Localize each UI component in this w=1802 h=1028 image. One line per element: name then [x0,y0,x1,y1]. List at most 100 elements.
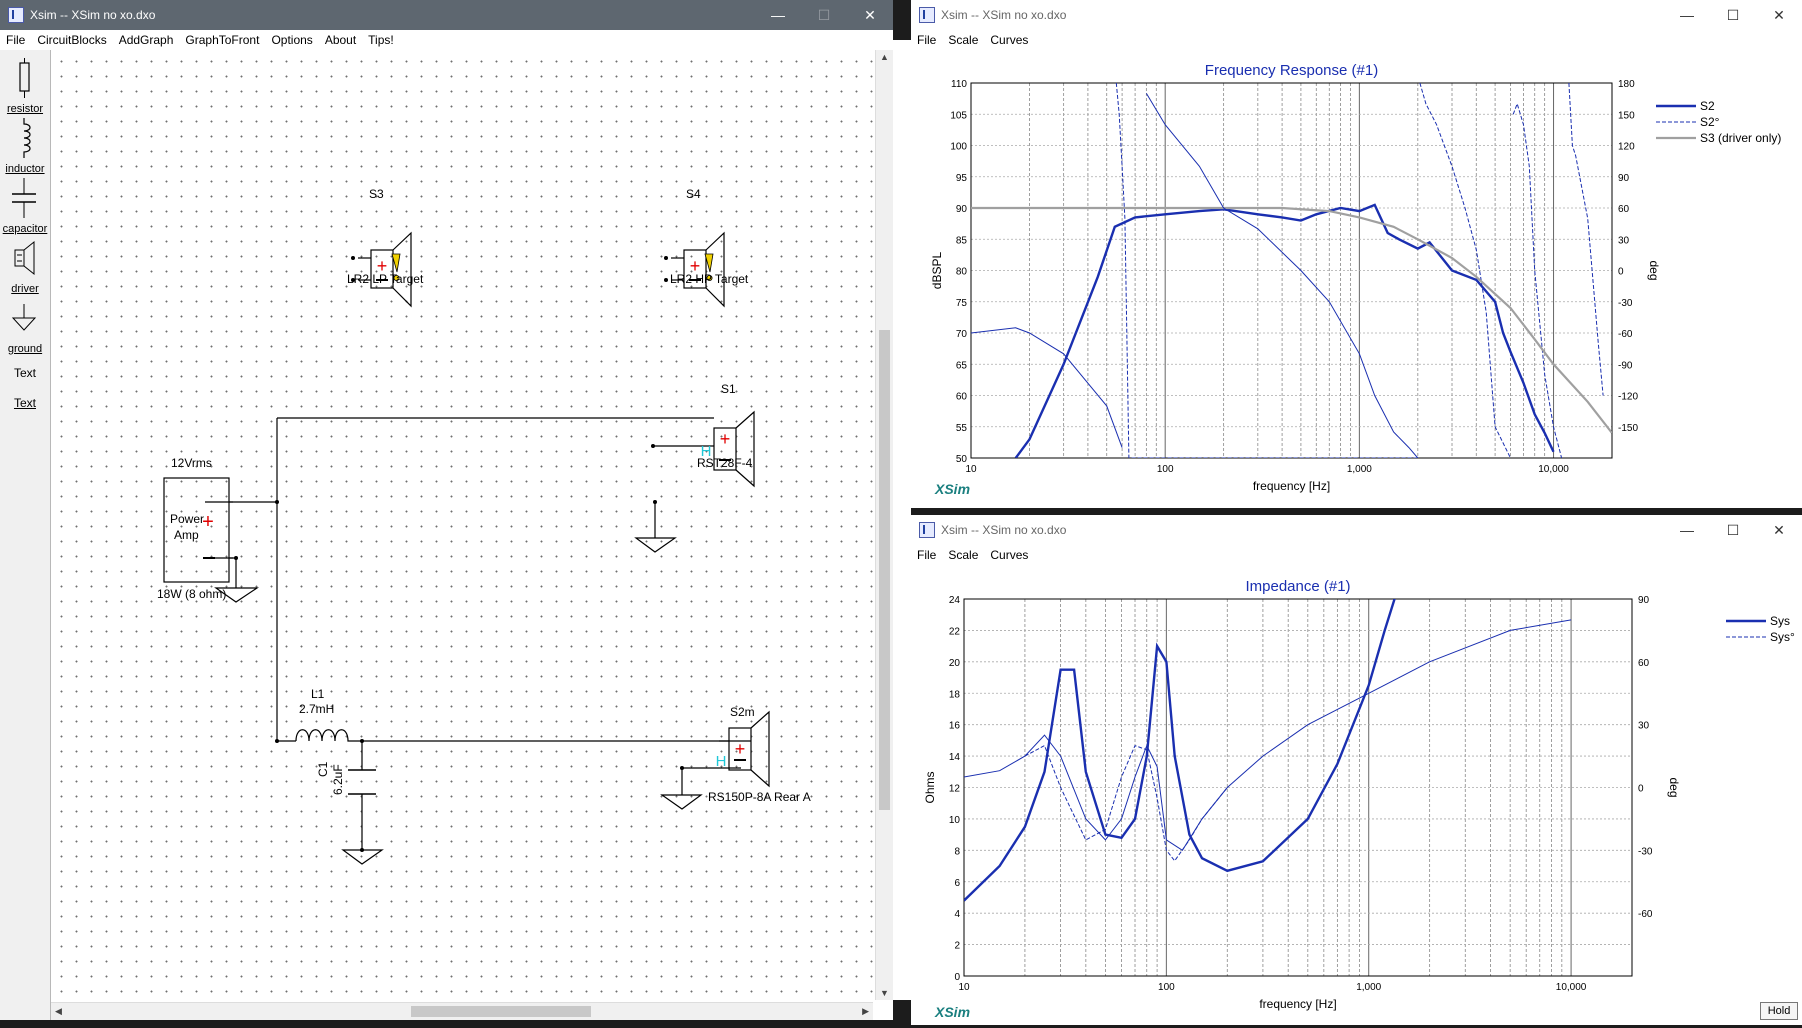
tool-inductor[interactable]: inductor [0,118,50,175]
x-tick-label: 1,000 [1347,464,1372,475]
y2-tick-label: -30 [1618,298,1633,309]
impedance-graph[interactable]: 24 22 20 18 16 14 12 10 8 6 4 2 0 90 60 30 0 -30 -60 10 100 1… [911,565,1802,1028]
speaker-s2m-label: RS150P-8A Rear A [708,790,811,804]
y2-tick-label: -30 [1638,846,1653,857]
menu-curves[interactable]: Curves [984,33,1034,47]
tool-resistor[interactable]: resistor [0,58,50,115]
y2-tick-label: 0 [1618,267,1624,278]
imp-window-title: Xsim -- XSim no xo.dxo [941,523,1067,537]
inductor-l1 [295,729,351,742]
menu-file[interactable]: File [0,33,31,47]
chart-svg: 2422201816141210864209060300-30-6010 100 1… [923,578,1795,1020]
capacitor-icon [12,178,36,218]
canvas-vertical-scrollbar[interactable]: ▲ ▼ [875,50,893,1000]
freq-window-titlebar[interactable]: Xsim -- XSim no xo.dxo — ☐ ✕ [911,0,1802,30]
legend-entry: S2° [1700,115,1720,129]
driver-icon [14,240,35,276]
y-tick-label: 105 [950,110,967,121]
series-line-s2 [1014,203,1555,458]
x-tick-label: 10 [958,982,970,993]
menu-scale[interactable]: Scale [942,33,984,47]
y-tick-label: 70 [956,329,968,340]
chart-svg: 1101051009590858075706560555018015012090… [930,62,1781,497]
y-tick-label: 2 [954,941,960,952]
menu-file[interactable]: File [911,33,942,47]
xsim-brand: XSim [934,481,970,497]
hold-button[interactable]: Hold [1760,1002,1798,1020]
imp-window-titlebar[interactable]: Xsim -- XSim no xo.dxo — ☐ ✕ [911,515,1802,545]
minimize-icon[interactable]: — [1664,515,1710,545]
y-tick-label: 95 [956,173,968,184]
x-tick-label: 100 [1157,464,1174,475]
y2-tick-label: -120 [1618,392,1638,403]
editor-titlebar[interactable]: Xsim -- XSim no xo.dxo — ☐ ✕ [0,0,893,30]
x-tick-label: 10 [965,464,977,475]
svg-text:+: + [720,429,731,449]
y-tick-label: 90 [956,204,968,215]
menu-about[interactable]: About [319,33,362,47]
y2-tick-label: -60 [1638,909,1653,920]
y-axis-label: Ohms [923,771,937,803]
y2-tick-label: 60 [1618,204,1630,215]
y-tick-label: 4 [954,909,960,920]
maximize-icon[interactable]: ☐ [801,0,847,30]
menu-circuitblocks[interactable]: CircuitBlocks [31,33,112,47]
amp-name-label: Power [170,512,205,526]
scroll-left-icon[interactable]: ◀ [55,1006,62,1017]
close-icon[interactable]: ✕ [847,0,893,30]
y2-tick-label: -150 [1618,423,1638,434]
tool-inductor-label: inductor [5,163,45,175]
x-axis-label: frequency [Hz] [1259,997,1336,1011]
legend-entry: S2 [1700,99,1715,113]
capacitor-c1-name: C1 [316,761,330,777]
maximize-icon[interactable]: ☐ [1710,0,1756,30]
horizontal-scroll-thumb[interactable] [411,1006,591,1017]
y2-axis-label: deg [1667,777,1681,797]
minimize-icon[interactable]: — [755,0,801,30]
frequency-response-graph[interactable]: 110 105 100 95 90 85 80 75 70 65 60 55 50 180 150 120 90… [911,50,1802,505]
y-tick-label: 80 [956,267,968,278]
inductor-l1-name: L1 [311,687,325,701]
menu-file[interactable]: File [911,548,942,562]
editor-title: Xsim -- XSim no xo.dxo [30,8,156,22]
menu-options[interactable]: Options [265,33,318,47]
component-toolbox: resistor inductor capacitor driver groun… [0,50,51,1020]
menu-addgraph[interactable]: AddGraph [113,33,180,47]
menu-curves[interactable]: Curves [984,548,1034,562]
menu-tips[interactable]: Tips! [362,33,400,47]
y-tick-label: 55 [956,423,968,434]
menu-graphtofront[interactable]: GraphToFront [179,33,265,47]
scroll-up-icon[interactable]: ▲ [880,52,889,62]
text-tool-label: Text [13,366,36,380]
minimize-icon[interactable]: — [1664,0,1710,30]
menu-scale[interactable]: Scale [942,548,984,562]
tool-capacitor[interactable]: capacitor [0,178,50,235]
tool-ground[interactable]: ground [0,300,50,355]
tool-driver-label: driver [11,283,39,295]
close-icon[interactable]: ✕ [1756,0,1802,30]
text-tool-label-underlined: Text [13,396,36,410]
y2-tick-label: -60 [1618,329,1633,340]
speaker-s1-cone [735,410,755,488]
tool-capacitor-label: capacitor [2,223,48,235]
scroll-right-icon[interactable]: ▶ [862,1006,869,1017]
y-tick-label: 6 [954,878,960,889]
app-icon [919,522,935,538]
y-tick-label: 10 [949,815,961,826]
tool-driver[interactable]: driver [0,240,50,295]
tool-text-box[interactable]: Text [0,366,50,380]
canvas-horizontal-scrollbar[interactable]: ◀ ▶ [51,1002,873,1020]
tool-resistor-label: resistor [6,103,44,115]
y-tick-label: 24 [949,595,961,606]
circuit-canvas[interactable]: + + + + + H H 12Vrms Power Amp 18W (8 oh… [51,50,873,1000]
y-tick-label: 100 [950,142,967,153]
close-icon[interactable]: ✕ [1756,515,1802,545]
maximize-icon[interactable]: ☐ [1710,515,1756,545]
vertical-scroll-thumb[interactable] [879,330,890,810]
y-tick-label: 18 [949,689,961,700]
tool-text[interactable]: Text [0,394,50,410]
scroll-down-icon[interactable]: ▼ [880,988,889,998]
legend-entry: S3 (driver only) [1700,131,1781,145]
amp-power-label: 18W (8 ohm) [157,587,227,601]
y2-tick-label: 30 [1638,721,1650,732]
